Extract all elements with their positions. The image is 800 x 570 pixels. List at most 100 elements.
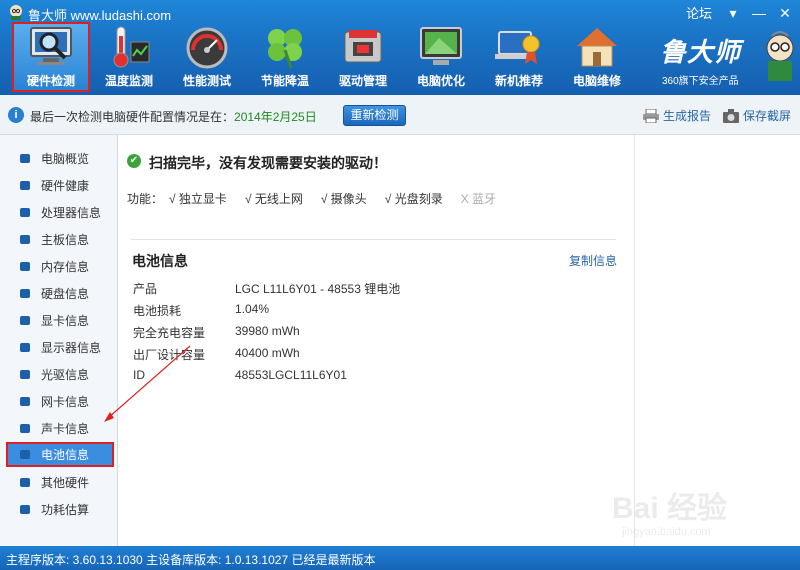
tool-label: 电脑优化: [416, 74, 465, 88]
info-key: 产品: [133, 282, 158, 296]
tool-performance[interactable]: 性能测试: [168, 22, 246, 92]
sidebar-item-label: 电脑概览: [41, 152, 90, 166]
watermark-url: jingyan.baidu.com: [622, 526, 711, 538]
section-divider: [131, 239, 616, 240]
mascot-icon: [766, 31, 794, 81]
tool-driver-manager[interactable]: 驱动管理: [324, 22, 402, 92]
tool-energy-saving[interactable]: 节能降温: [246, 22, 324, 92]
monitor-broom-icon: [420, 27, 462, 65]
info-value: 39980 mWh: [235, 324, 300, 338]
last-scan-label: 最后一次检测电脑硬件配置情况是在：: [30, 110, 235, 124]
sidebar-item-cpu[interactable]: 处理器信息: [6, 200, 114, 225]
feature-item: √ 无线上网: [244, 192, 303, 206]
tool-pc-optimize[interactable]: 电脑优化: [402, 22, 480, 92]
info-key: 完全充电容量: [133, 326, 206, 340]
minimize-icon[interactable]: —: [750, 4, 768, 22]
watermark: Bai 经验 jingyan.baidu.com: [612, 483, 782, 545]
bullet-icon: [20, 235, 30, 244]
sidebar-item-battery[interactable]: 电池信息: [6, 442, 114, 467]
camera-icon: [723, 108, 739, 123]
app-logo-icon: [10, 5, 22, 20]
menu-icon[interactable]: ▾: [724, 4, 742, 22]
sidebar-item-sound[interactable]: 声卡信息: [6, 416, 114, 441]
watermark-logo-text: Bai 经验: [612, 492, 728, 525]
features-list: 功能： √ 独立显卡 √ 无线上网 √ 摄像头 √ 光盘刻录 X 蓝牙: [127, 190, 514, 207]
info-icon: i: [8, 107, 24, 123]
tool-new-pc[interactable]: 新机推荐: [480, 22, 558, 92]
version-status: 主程序版本: 3.60.13.1030 主设备库版本: 1.0.13.1027 …: [6, 553, 376, 567]
sidebar-item-label: 电池信息: [41, 448, 90, 462]
tool-pc-repair[interactable]: 电脑维修: [558, 22, 636, 92]
tool-label: 驱动管理: [338, 74, 387, 88]
sidebar-item-monitor[interactable]: 显示器信息: [6, 335, 114, 360]
monitor-magnifier-icon: [30, 27, 72, 65]
house-icon: [577, 28, 617, 67]
sidebar-item-overview[interactable]: 电脑概览: [6, 146, 114, 171]
bullet-icon: [20, 208, 30, 217]
bullet-icon: [20, 505, 30, 514]
close-icon[interactable]: ✕: [776, 4, 794, 22]
check-circle-icon: ✔: [127, 154, 141, 168]
generate-report-label: 生成报告: [663, 109, 712, 123]
sidebar-item-label: 硬件健康: [41, 179, 90, 193]
tool-label: 温度监测: [104, 74, 153, 88]
tool-label: 电脑维修: [572, 74, 621, 88]
sidebar-item-motherboard[interactable]: 主板信息: [6, 227, 114, 252]
sidebar-item-memory[interactable]: 内存信息: [6, 254, 114, 279]
tool-hardware-detect[interactable]: 硬件检测: [12, 22, 90, 92]
laptop-award-icon: [495, 31, 540, 64]
feature-item: √ 独立显卡: [169, 192, 227, 206]
sidebar-item-power[interactable]: 功耗估算: [6, 497, 114, 522]
save-screenshot-button[interactable]: 保存截屏: [723, 107, 791, 124]
sidebar-item-label: 处理器信息: [41, 206, 102, 220]
sidebar-item-label: 主板信息: [41, 233, 90, 247]
info-key: 出厂设计容量: [133, 348, 206, 362]
title-bar: 鲁大师 www.ludashi.com 论坛 ▾ — ✕: [0, 0, 800, 24]
sidebar-item-optical[interactable]: 光驱信息: [6, 362, 114, 387]
feature-item: √ 摄像头: [320, 192, 367, 206]
last-scan-date: 2014年2月25日: [234, 110, 317, 124]
info-key: ID: [133, 368, 145, 382]
scan-result-title: 扫描完毕，没有发现需要安装的驱动！: [149, 155, 387, 171]
bullet-icon: [20, 316, 30, 325]
sidebar-item-label: 声卡信息: [41, 422, 90, 436]
sidebar: 电脑概览 硬件健康 处理器信息 主板信息 内存信息 硬盘信息 显卡信息 显示器信…: [0, 135, 118, 546]
sidebar-item-disk[interactable]: 硬盘信息: [6, 281, 114, 306]
sidebar-item-health[interactable]: 硬件健康: [6, 173, 114, 198]
bullet-icon: [20, 370, 30, 379]
sidebar-item-label: 硬盘信息: [41, 287, 90, 301]
bullet-icon: [20, 478, 30, 487]
feature-item: √ 光盘刻录: [384, 192, 443, 206]
bullet-icon: [20, 181, 30, 190]
sidebar-item-other[interactable]: 其他硬件: [6, 470, 114, 495]
sidebar-item-gpu[interactable]: 显卡信息: [6, 308, 114, 333]
bullet-icon: [20, 397, 30, 406]
generate-report-button[interactable]: 生成报告: [643, 107, 711, 124]
info-bar: i 最后一次检测电脑硬件配置情况是在：2014年2月25日 重新检测 生成报告 …: [0, 95, 800, 135]
printer-icon: [643, 108, 659, 123]
sidebar-item-network[interactable]: 网卡信息: [6, 389, 114, 414]
info-key: 电池损耗: [133, 304, 182, 318]
speedometer-icon: [186, 27, 228, 69]
bullet-icon: [20, 343, 30, 352]
brand-logo-text: 鲁大师: [660, 37, 742, 67]
sidebar-item-label: 光驱信息: [41, 368, 90, 382]
clover-icon: [268, 29, 302, 69]
brand-subtitle: 360旗下安全产品: [662, 76, 739, 87]
tool-temperature[interactable]: 温度监测: [90, 22, 168, 92]
tool-label: 硬件检测: [26, 74, 75, 88]
recheck-button[interactable]: 重新检测: [343, 105, 406, 126]
tool-label: 新机推荐: [494, 74, 543, 88]
section-title: 电池信息: [132, 253, 188, 269]
sidebar-item-label: 显示器信息: [41, 341, 102, 355]
feature-item-disabled: X 蓝牙: [460, 192, 497, 206]
sidebar-item-label: 显卡信息: [41, 314, 90, 328]
forum-link[interactable]: 论坛: [686, 3, 712, 22]
copy-info-link[interactable]: 复制信息: [569, 252, 617, 269]
bullet-icon: [20, 450, 30, 459]
info-value: 40400 mWh: [235, 346, 300, 360]
bullet-icon: [20, 262, 30, 271]
tool-label: 性能测试: [182, 74, 231, 88]
tool-label: 节能降温: [260, 74, 309, 88]
sidebar-item-label: 其他硬件: [41, 476, 90, 490]
